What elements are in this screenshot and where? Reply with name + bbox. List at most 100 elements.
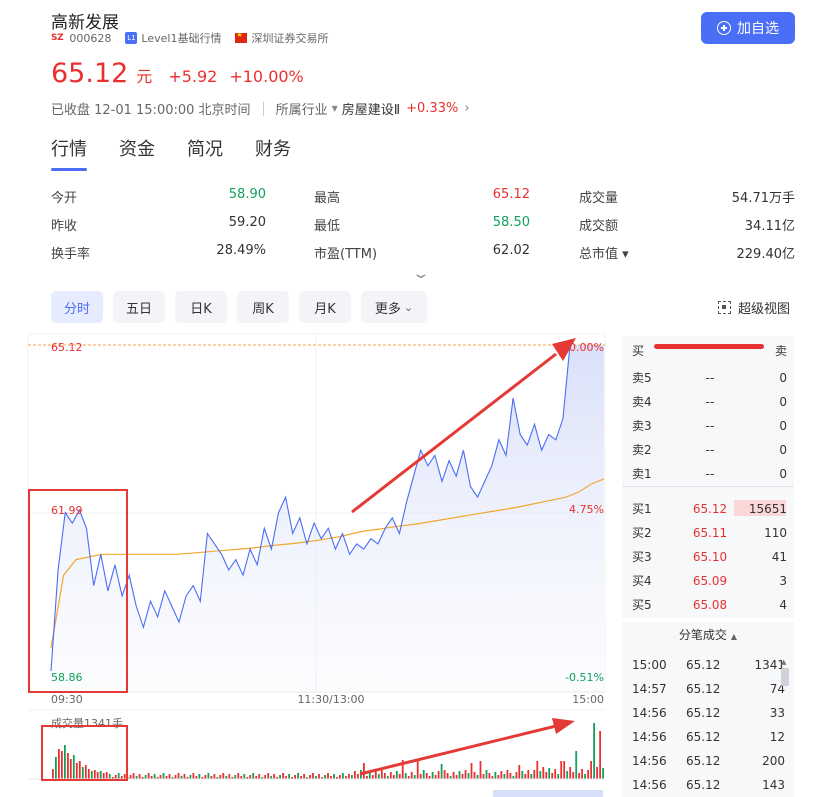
quote-value-prev-close: 59.20 [228,215,266,230]
scroll-up-icon[interactable]: ▲ [781,658,786,666]
tick-time: 14:56 [632,754,667,768]
pct-mid-label: 4.75% [569,503,604,516]
volume-bar [67,753,69,779]
tick-trades-title[interactable]: 分笔成交 ▲ [622,626,794,643]
period-tab-5day[interactable]: 五日 [113,291,165,323]
order-level: 卖1 [632,467,652,481]
volume-bar [515,772,518,779]
volume-bar [237,773,240,779]
current-price: 65.12 [51,58,129,89]
period-tab-weekly[interactable]: 周K [237,291,289,323]
annotation-arrow-volume [359,724,557,776]
volume-bar [377,774,380,779]
volume-bar [252,773,255,779]
order-book-row: 买1 65.12 15651 [632,499,787,519]
volume-bar [273,774,276,779]
tab-finance[interactable]: 财务 [255,135,291,171]
volume-label: 成交量1341手 [51,716,123,730]
period-tab-more[interactable]: 更多 ⌄ [361,291,427,323]
quote-value-turnover: 34.11亿 [744,219,795,234]
volume-bar [183,774,186,779]
period-tab-intraday[interactable]: 分时 [51,291,103,323]
tick-scrollbar[interactable]: ▲ [780,658,790,797]
volume-bar [318,774,320,779]
order-price: 65.09 [692,574,728,588]
expand-chevron-icon[interactable]: ⌄ [411,266,430,282]
tick-trades-label: 分笔成交 [678,628,727,642]
add-watchlist-button[interactable]: 加自选 [701,12,795,44]
volume-bar [440,764,443,779]
volume-bar [138,774,141,779]
volume-bar [536,761,539,779]
volume-bar [413,775,416,779]
volume-bar [234,775,237,779]
quote-label-market-cap[interactable]: 总市值 ▾ [579,243,629,262]
price-change: +5.92 [168,67,218,86]
volume-bar [509,773,512,779]
fullscreen-icon [718,301,731,314]
tick-row: 15:00 65.12 1341 [632,655,787,675]
china-flag-icon [235,31,248,43]
volume-bar [294,775,296,779]
volume-bar [228,774,231,779]
order-level: 卖4 [632,395,652,409]
pct-low-label: -0.51% [565,671,604,684]
period-tab-monthly[interactable]: 月K [299,291,351,323]
volume-bar [587,770,589,779]
order-price: -- [705,419,715,433]
time-mid-label: 11:30/13:00 [297,693,364,706]
tick-time: 15:00 [632,658,667,672]
order-book-row: 买4 65.09 3 [632,571,787,591]
tab-profile[interactable]: 简况 [187,135,223,171]
super-view-button[interactable]: 超级视图 [718,298,790,317]
volume-bar [357,774,359,779]
volume-bar [213,774,216,779]
level-text: Level1基础行情 [141,32,222,45]
volume-bar [455,775,458,779]
order-book-row: 买5 65.08 4 [632,595,787,615]
volume-bar [219,775,222,779]
volume-bar [168,774,171,779]
quote-value-high: 65.12 [492,187,530,202]
order-level: 买1 [632,502,652,516]
stock-code: 000628 [69,31,112,45]
more-label: 更多 [374,301,401,317]
industry-label: 所属行业 [275,103,328,118]
volume-bar [354,771,356,779]
volume-bar [530,774,533,779]
period-tab-daily[interactable]: 日K [175,291,227,323]
volume-bar [389,772,392,779]
chevron-right-icon[interactable]: › [464,101,469,116]
volume-bar [207,773,210,779]
price-low-label: 58.86 [51,671,83,684]
volume-bar [392,775,395,779]
volume-bar [431,772,434,779]
volume-bar [551,773,554,779]
quote-label-prev-close: 昨收 [51,219,78,234]
order-level: 买5 [632,598,652,612]
volume-bar [75,763,78,779]
order-price: -- [705,467,715,481]
quote-label-turnover: 成交额 [579,219,619,234]
tick-time: 14:57 [632,682,667,696]
scroll-thumb[interactable] [781,668,789,686]
industry-name[interactable]: 房屋建设Ⅱ [342,99,400,118]
volume-bar [333,774,335,779]
volume-bar [58,749,60,779]
volume-bar [575,751,578,779]
quote-value-market-cap: 229.40亿 [736,247,796,262]
intraday-chart[interactable]: 65.12 61.99 58.86 10.00% 4.75% -0.51% 09… [0,330,612,797]
quote-label-high: 最高 [314,191,341,206]
volume-bar [410,772,413,779]
tab-market[interactable]: 行情 [51,135,87,171]
volume-bar [434,775,437,779]
order-level: 买2 [632,526,652,540]
tab-funds[interactable]: 资金 [119,135,155,171]
volume-bar [479,761,482,779]
price-change-pct: +10.00% [229,67,304,86]
range-selector[interactable] [493,790,603,797]
volume-bar [557,774,560,779]
order-volume: 0 [779,443,787,457]
volume-bar [374,771,377,779]
volume-bar [500,771,503,779]
